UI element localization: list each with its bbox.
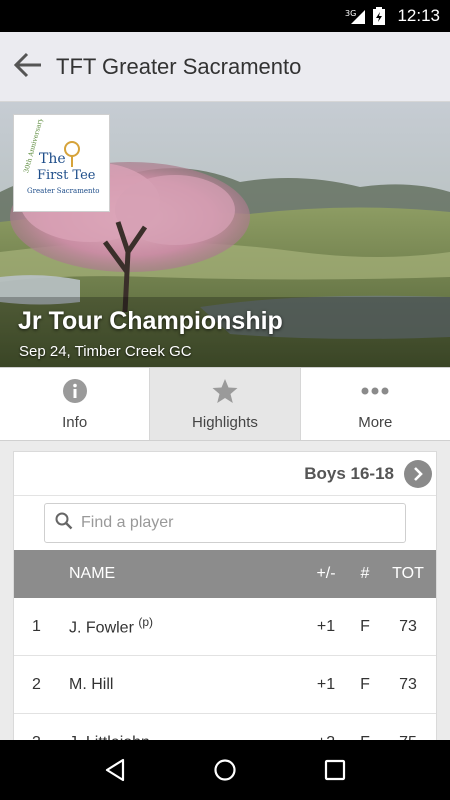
- tab-highlights-label: Highlights: [192, 413, 258, 431]
- row-name: M. Hill: [69, 676, 302, 694]
- status-time: 12:13: [397, 6, 440, 25]
- nav-recents-button[interactable]: [305, 745, 365, 795]
- table-row[interactable]: 2 M. Hill +1 F 73: [14, 656, 436, 714]
- row-thru: F: [360, 675, 370, 693]
- svg-text:Greater Sacramento: Greater Sacramento: [27, 187, 100, 195]
- player-name: J. Fowler: [69, 619, 134, 637]
- header-thru: #: [360, 565, 370, 582]
- player-tag: (p): [138, 615, 154, 630]
- search-icon: [55, 512, 73, 534]
- organization-logo: 30th Anniversary The First Tee Greater S…: [13, 114, 110, 212]
- nav-home-button[interactable]: [195, 745, 255, 795]
- search-input[interactable]: [81, 514, 405, 532]
- header-name: NAME: [69, 565, 116, 582]
- tab-more-label: More: [358, 413, 393, 431]
- header-tot: TOT: [392, 565, 424, 582]
- tab-highlights[interactable]: Highlights: [150, 368, 301, 440]
- event-title: Jr Tour Championship: [18, 307, 283, 335]
- table-header: NAME +/- # TOT: [14, 550, 436, 598]
- app-bar: TFT Greater Sacramento: [0, 32, 450, 102]
- svg-text:3G: 3G: [345, 9, 356, 18]
- search-container: [14, 496, 436, 550]
- nav-back-button[interactable]: [85, 745, 145, 795]
- back-button[interactable]: [0, 32, 56, 102]
- row-pos: 2: [32, 675, 41, 693]
- tab-bar: Info Highlights More: [0, 367, 450, 441]
- header-par: +/-: [316, 565, 336, 582]
- player-name: M. Hill: [69, 675, 114, 693]
- event-subtitle: Sep 24, Timber Creek GC: [19, 343, 192, 360]
- next-division-button[interactable]: [404, 459, 432, 488]
- tab-info[interactable]: Info: [0, 368, 151, 440]
- row-tot: 73: [399, 617, 417, 635]
- system-nav-bar: [0, 740, 450, 800]
- svg-text:First Tee: First Tee: [37, 168, 96, 183]
- signal-icon: 3G: [345, 8, 367, 24]
- leaderboard-card: Boys 16-18 NAME +/- # TOT 1 J. Fowler (p…: [13, 451, 437, 751]
- table-row[interactable]: 1 J. Fowler (p) +1 F 73: [14, 598, 436, 656]
- chevron-right-icon: [414, 466, 423, 481]
- search-box[interactable]: [44, 503, 406, 543]
- star-icon: [212, 378, 238, 408]
- arrow-back-icon: [13, 52, 43, 82]
- status-bar: 3G 12:13: [0, 0, 450, 32]
- row-pos: 1: [32, 617, 41, 635]
- row-name: J. Fowler (p): [69, 615, 302, 637]
- row-par: +1: [316, 617, 336, 635]
- event-banner: 30th Anniversary The First Tee Greater S…: [0, 102, 450, 367]
- division-selector[interactable]: Boys 16-18: [14, 452, 436, 496]
- division-label: Boys 16-18: [304, 463, 394, 483]
- row-par: +1: [316, 675, 336, 693]
- more-dots-icon: [360, 378, 390, 408]
- row-tot: 73: [399, 675, 417, 693]
- tab-info-label: Info: [62, 413, 88, 431]
- page-title: TFT Greater Sacramento: [56, 53, 302, 79]
- info-icon: [62, 378, 88, 408]
- nav-recents-icon: [324, 759, 346, 781]
- row-thru: F: [360, 617, 370, 635]
- svg-text:The: The: [39, 151, 66, 167]
- tab-more[interactable]: More: [301, 368, 450, 440]
- battery-icon: [373, 7, 386, 25]
- nav-back-icon: [105, 758, 125, 782]
- nav-home-icon: [214, 759, 236, 781]
